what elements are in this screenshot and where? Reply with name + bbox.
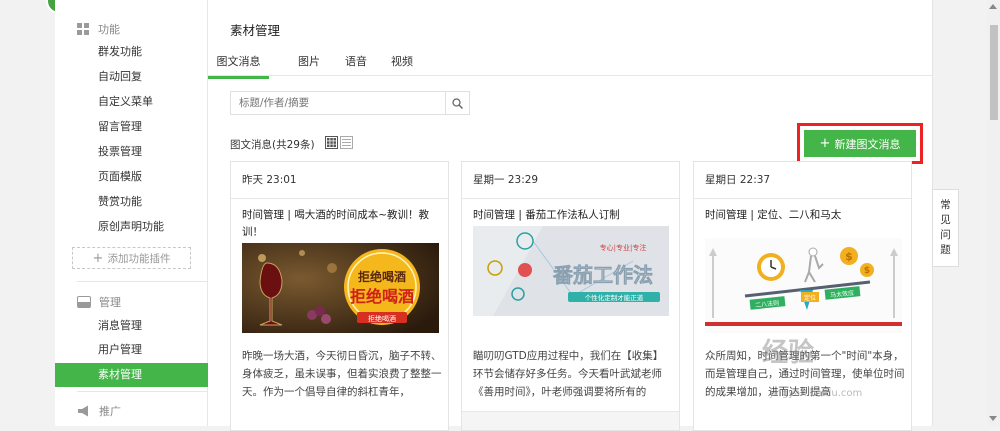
sidebar-divider	[77, 281, 207, 282]
sidebar-section-label: 管理	[99, 296, 121, 309]
news-card[interactable]: 昨天 23:01 时间管理 | 喝大酒的时间成本~教训！教训！ 拒绝喝酒 拒绝喝…	[230, 161, 449, 431]
sidebar-section-label: 功能	[98, 23, 120, 36]
cover-text: 专心|专业|专注	[600, 243, 647, 252]
card-date: 星期一 23:29	[462, 162, 679, 199]
search-icon	[452, 97, 463, 109]
sidebar-item-custom-menu[interactable]: 自定义菜单	[98, 92, 153, 112]
sidebar-item-messages[interactable]: 消息管理	[98, 316, 142, 336]
sidebar-section-manage: 管理	[77, 294, 121, 310]
tab-bar: 图文消息 图片 语音 视频	[208, 48, 933, 79]
sidebar: 功能 群发功能 自动回复 自定义菜单 留言管理 投票管理 页面模版 赞赏功能 原…	[55, 0, 208, 426]
tab-images[interactable]: 图片	[298, 53, 320, 69]
scrollbar-thumb[interactable]	[990, 25, 998, 120]
grid-icon	[77, 22, 89, 35]
cover-text: 拒绝喝酒	[368, 314, 396, 323]
card-excerpt: 昨晚一场大酒，今天彻日昏沉，脑子不转、身体疲乏，虽未误事，但着实浪费了整整一天。…	[242, 350, 442, 398]
sidebar-section-promo: 推广	[77, 403, 121, 419]
search-input[interactable]	[231, 92, 445, 114]
megaphone-icon	[78, 405, 88, 417]
card-cover-image: $ $ 二八法则 定位 马太效应	[705, 238, 902, 333]
sidebar-item-comments[interactable]: 留言管理	[98, 117, 142, 137]
faq-tab[interactable]: 常见问题	[932, 189, 959, 267]
svg-text:$: $	[845, 250, 853, 263]
sidebar-item-votes[interactable]: 投票管理	[98, 142, 142, 162]
sidebar-item-mass-send[interactable]: 群发功能	[98, 42, 142, 62]
tab-news[interactable]: 图文消息	[208, 53, 269, 79]
cover-text: 定位	[804, 294, 816, 302]
faq-label: 常见问题	[940, 199, 951, 256]
sidebar-section-label: 推广	[99, 405, 121, 418]
cover-text: 拒绝喝酒	[350, 287, 414, 306]
add-plugin-label: 添加功能插件	[107, 252, 171, 265]
cover-text: 番茄工作法	[552, 263, 653, 287]
tab-video[interactable]: 视频	[391, 53, 413, 69]
tab-voice[interactable]: 语音	[345, 53, 367, 69]
card-title[interactable]: 时间管理 | 定位、二八和马太	[705, 207, 905, 224]
list-view-icon[interactable]	[340, 136, 353, 149]
card-footer	[462, 411, 679, 430]
main-panel: 素材管理 图文消息 图片 语音 视频 图文消息(共29条) + 新建图文消息 昨…	[208, 0, 933, 431]
search-box	[230, 91, 470, 115]
watermark-url: jingyan.baidu.com	[770, 388, 863, 399]
page-title: 素材管理	[230, 23, 281, 38]
card-cover-image: 拒绝喝酒 拒绝喝酒 拒绝喝酒	[242, 243, 439, 333]
add-plugin-button[interactable]: + 添加功能插件	[72, 247, 191, 269]
view-toggle	[325, 136, 353, 149]
news-card[interactable]: 星期一 23:29 时间管理 | 番茄工作法私人订制 专心|专业|专注 番茄工作…	[461, 161, 680, 431]
sidebar-section-function: 功能	[77, 21, 120, 37]
inbox-icon	[77, 296, 91, 308]
new-news-button-label: 新建图文消息	[834, 137, 901, 151]
new-news-button[interactable]: + 新建图文消息	[804, 130, 916, 157]
svg-text:$: $	[864, 266, 870, 276]
card-excerpt: 瞄叨叨GTD应用过程中，我们在【收集】环节会储存好多任务。今天看叶武斌老师《善用…	[473, 350, 664, 398]
sidebar-item-reward[interactable]: 赞赏功能	[98, 192, 142, 212]
card-title[interactable]: 时间管理 | 番茄工作法私人订制	[473, 207, 673, 224]
card-title[interactable]: 时间管理 | 喝大酒的时间成本~教训！教训！	[242, 207, 442, 241]
cover-text: 拒绝喝酒	[358, 269, 406, 284]
card-view-icon[interactable]	[325, 136, 338, 149]
card-date: 昨天 23:01	[231, 162, 448, 199]
scroll-down-icon[interactable]	[989, 416, 997, 421]
sidebar-item-templates[interactable]: 页面模版	[98, 167, 142, 187]
search-button[interactable]	[445, 92, 469, 114]
card-cover-image: 专心|专业|专注 番茄工作法 个性化定制才能正道	[473, 226, 669, 316]
sidebar-divider	[77, 391, 207, 392]
scroll-up-icon[interactable]	[989, 4, 997, 9]
card-date: 星期日 22:37	[694, 162, 911, 199]
plus-icon: +	[819, 136, 831, 151]
sidebar-item-auto-reply[interactable]: 自动回复	[98, 67, 142, 87]
plus-icon: +	[92, 250, 104, 266]
scrollbar[interactable]	[987, 0, 1000, 426]
sidebar-item-original[interactable]: 原创声明功能	[98, 217, 164, 237]
sidebar-item-materials[interactable]: 素材管理	[55, 363, 208, 387]
material-count-label: 图文消息(共29条)	[230, 139, 315, 151]
new-button-highlight: + 新建图文消息	[797, 123, 923, 164]
cover-text: 个性化定制才能正道	[585, 293, 644, 302]
sidebar-item-users[interactable]: 用户管理	[98, 340, 142, 360]
watermark-logo: 经验	[762, 338, 815, 368]
